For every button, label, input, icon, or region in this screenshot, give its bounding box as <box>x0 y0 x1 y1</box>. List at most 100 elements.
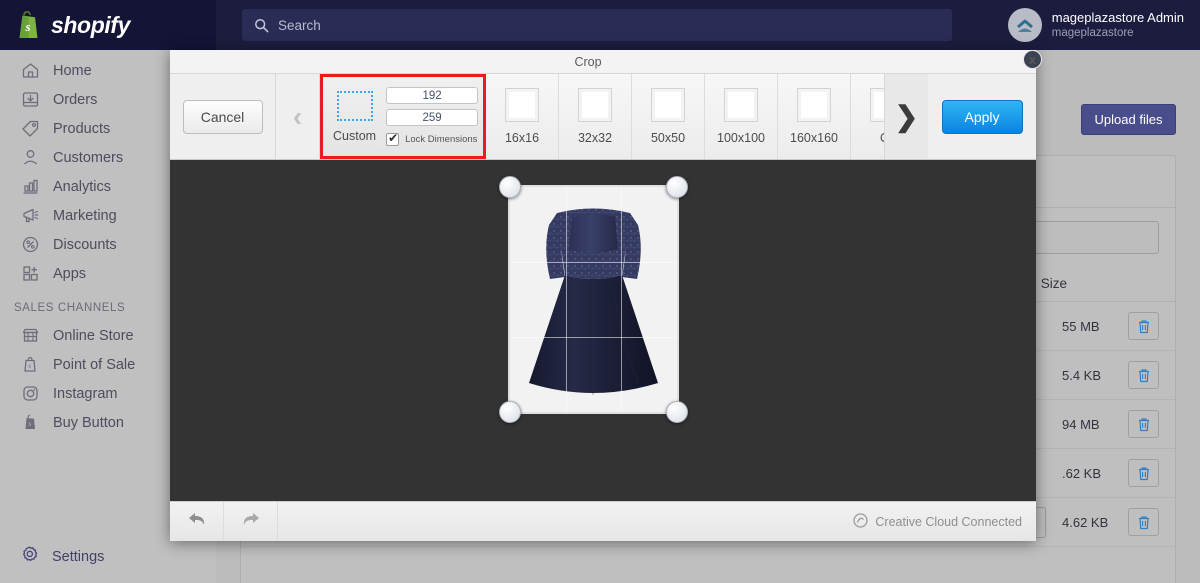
file-size: 94 MB <box>1062 416 1100 432</box>
search-input[interactable]: Search <box>242 9 952 41</box>
crop-modal: Crop x Cancel ‹ Custom 192 259 Lock Dime… <box>170 50 1042 541</box>
preset-50x50[interactable]: 50x50 <box>632 74 705 159</box>
file-size: 5.4 KB <box>1062 367 1102 383</box>
preset-square-icon <box>724 88 758 122</box>
sidebar-item-label: Products <box>53 120 111 137</box>
custom-right-col: 192 259 Lock Dimensions <box>386 87 479 146</box>
sidebar-item-label: Home <box>53 62 92 79</box>
preset-label: 16x16 <box>504 131 540 145</box>
crop-gridline-vertical <box>565 187 567 412</box>
search-area: Search <box>216 9 1008 41</box>
lock-dimensions-checkbox[interactable] <box>386 131 400 146</box>
preset-original[interactable]: Or <box>851 74 884 159</box>
buy-button-bag-icon: s <box>20 413 40 433</box>
redo-button[interactable] <box>224 502 278 541</box>
account-store: mageplazastore <box>1051 26 1134 39</box>
sidebar-item-label: Marketing <box>53 207 117 224</box>
crop-gridline-vertical <box>621 187 623 412</box>
crop-width-input[interactable]: 192 <box>386 87 479 104</box>
close-icon[interactable]: x <box>1023 50 1042 69</box>
cancel-button[interactable]: Cancel <box>182 99 263 134</box>
delete-button[interactable] <box>1128 312 1159 340</box>
crop-height-input[interactable]: 259 <box>386 109 479 126</box>
person-icon <box>20 148 40 168</box>
file-size: 55 MB <box>1062 318 1100 334</box>
avatar <box>1007 8 1042 42</box>
preset-square-icon <box>870 88 884 122</box>
creative-cloud-status: Creative Cloud Connected <box>853 502 1036 541</box>
home-icon <box>20 61 40 81</box>
sidebar-item-label: Online Store <box>53 327 134 344</box>
crop-handle-bottom-right[interactable] <box>666 401 688 423</box>
chevron-right-icon: ❯ <box>894 100 919 132</box>
sidebar-item-label: Buy Button <box>53 414 124 431</box>
column-header-size: Size <box>1040 276 1067 291</box>
preset-label: 160x160 <box>790 131 838 145</box>
preset-160x160[interactable]: 160x160 <box>778 74 851 159</box>
account-name: mageplazastore Admin <box>1051 9 1184 25</box>
crop-canvas[interactable] <box>170 160 1036 501</box>
sidebar-item-label: Settings <box>52 549 105 565</box>
gear-icon <box>20 545 39 569</box>
preset-16x16[interactable]: 16x16 <box>486 74 559 159</box>
account-menu[interactable]: mageplazastore Admin mageplazastore <box>1007 8 1200 42</box>
preset-label: 50x50 <box>650 131 686 145</box>
file-size: 4.62 KB <box>1062 514 1109 530</box>
upload-files-button[interactable]: Upload files <box>1081 104 1176 135</box>
sidebar-item-label: Instagram <box>53 385 118 402</box>
megaphone-icon <box>20 206 40 226</box>
preset-100x100[interactable]: 100x100 <box>705 74 778 159</box>
preset-square-icon <box>797 88 831 122</box>
brand-wordmark: shopify <box>51 11 130 38</box>
presets-prev-button[interactable]: ‹ <box>276 74 320 159</box>
lock-dimensions-row[interactable]: Lock Dimensions <box>386 131 478 146</box>
sidebar-item-label: Discounts <box>53 236 117 253</box>
crop-handle-bottom-left[interactable] <box>499 401 521 423</box>
apply-cell: Apply <box>928 74 1036 159</box>
undo-button[interactable] <box>170 502 224 541</box>
storefront-icon <box>20 326 40 346</box>
presets-next-button[interactable]: ❯ <box>884 74 928 159</box>
modal-footer: Creative Cloud Connected <box>170 501 1036 541</box>
delete-button[interactable] <box>1128 459 1159 487</box>
apps-grid-icon <box>20 264 40 284</box>
undo-arrow-icon <box>186 510 208 533</box>
shopify-logo[interactable]: s shopify <box>0 0 216 50</box>
delete-button[interactable] <box>1128 508 1159 536</box>
custom-crop-option[interactable]: Custom 192 259 Lock Dimensions <box>320 74 486 159</box>
crop-handle-top-left[interactable] <box>499 176 521 198</box>
lock-dimensions-label: Lock Dimensions <box>405 134 478 145</box>
sidebar-item-label: Apps <box>53 265 87 282</box>
svg-text:s: s <box>28 420 31 428</box>
bar-chart-icon <box>20 177 40 197</box>
creative-cloud-label: Creative Cloud Connected <box>875 514 1022 529</box>
crop-toolbar: Cancel ‹ Custom 192 259 Lock Dimensions <box>170 74 1036 160</box>
preset-label: 100x100 <box>717 131 765 145</box>
orders-inbox-icon <box>20 90 40 110</box>
custom-label: Custom <box>333 128 377 143</box>
delete-button[interactable] <box>1128 410 1159 438</box>
search-placeholder: Search <box>278 17 321 33</box>
delete-button[interactable] <box>1128 361 1159 389</box>
crop-gridline-horizontal <box>510 261 677 263</box>
modal-title-bar: Crop x <box>170 50 1042 74</box>
crop-selection[interactable] <box>499 176 688 423</box>
svg-text:s: s <box>28 362 31 370</box>
instagram-icon <box>20 384 40 404</box>
redo-arrow-icon <box>240 510 262 533</box>
chevron-left-icon: ‹ <box>292 100 303 132</box>
crop-gridline-horizontal <box>510 336 677 338</box>
preset-square-icon <box>505 88 539 122</box>
search-icon <box>254 18 269 33</box>
crop-handle-top-right[interactable] <box>666 176 688 198</box>
preset-32x32[interactable]: 32x32 <box>559 74 632 159</box>
preset-square-icon <box>578 88 612 122</box>
custom-left-col: Custom <box>333 90 377 143</box>
shopify-bag-icon: s <box>16 11 42 39</box>
tag-icon <box>20 119 40 139</box>
pos-bag-icon: s <box>20 355 40 375</box>
sidebar-item-label: Orders <box>53 91 98 108</box>
dress-image <box>510 187 677 412</box>
sidebar-item-settings[interactable]: Settings <box>0 545 104 569</box>
apply-button[interactable]: Apply <box>941 99 1023 134</box>
